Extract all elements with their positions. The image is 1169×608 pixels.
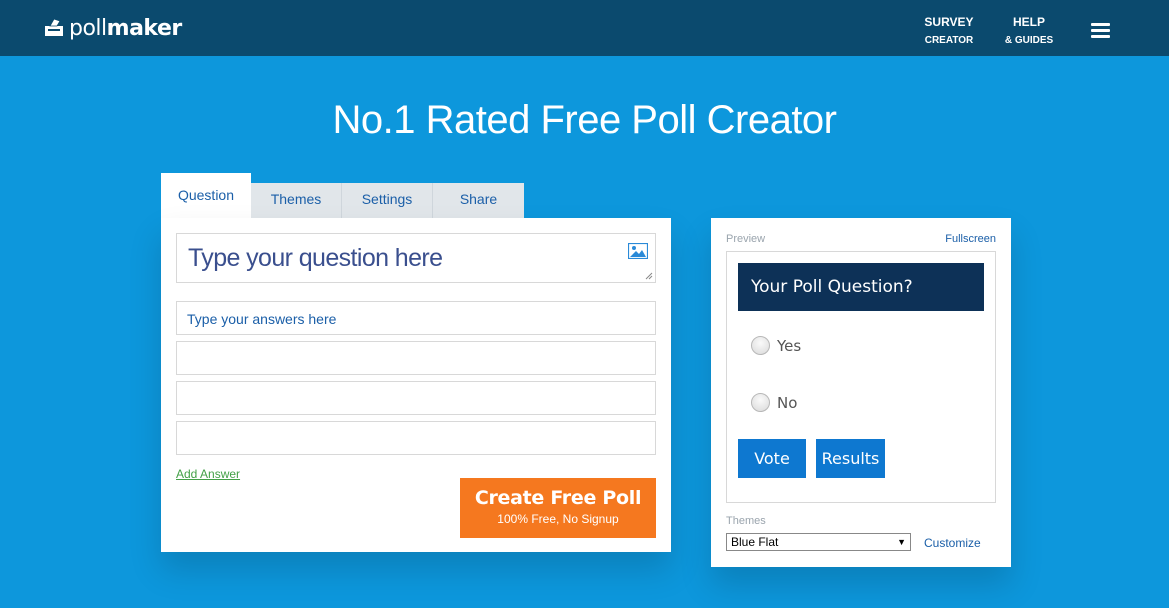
poll-editor-panel: Type your question here Type your answer… (161, 218, 671, 552)
tab-settings[interactable]: Settings (342, 183, 433, 218)
resize-grip-icon[interactable] (645, 272, 653, 280)
answer-input-3[interactable] (176, 381, 656, 415)
question-input[interactable]: Type your question here (176, 233, 656, 283)
theme-selected-value: Blue Flat (731, 535, 779, 549)
poll-option-yes[interactable]: Yes (751, 336, 801, 355)
nav-help-line1: HELP (1012, 15, 1045, 29)
radio-button[interactable] (751, 336, 770, 355)
page-title: No.1 Rated Free Poll Creator (332, 98, 837, 142)
create-button-sublabel: 100% Free, No Signup (497, 512, 619, 526)
poll-option-no[interactable]: No (751, 393, 797, 412)
nav-survey-creator[interactable]: SURVEY CREATOR (922, 14, 976, 48)
hamburger-menu-icon[interactable] (1091, 23, 1110, 39)
poll-question-title: Your Poll Question? (738, 263, 984, 311)
results-button[interactable]: Results (816, 439, 885, 478)
poll-preview-panel: Preview Fullscreen Your Poll Question? Y… (711, 218, 1011, 567)
radio-button[interactable] (751, 393, 770, 412)
dropdown-arrow-icon: ▼ (897, 537, 906, 547)
theme-select[interactable]: Blue Flat ▼ (726, 533, 911, 551)
image-upload-icon[interactable] (628, 243, 648, 259)
pollmaker-logo[interactable]: poll maker (43, 14, 182, 42)
poll-preview: Your Poll Question? Yes No Vote Results (726, 251, 996, 503)
logo-text-maker: maker (106, 15, 183, 41)
option-label: No (777, 393, 798, 412)
nav-help-line2: & GUIDES (1004, 35, 1054, 46)
question-placeholder: Type your question here (188, 244, 443, 272)
nav-survey-line1: SURVEY (924, 15, 974, 29)
answer-input-2[interactable] (176, 341, 656, 375)
option-label: Yes (777, 336, 802, 355)
create-button-label: Create Free Poll (474, 487, 642, 509)
tab-share[interactable]: Share (433, 183, 524, 218)
ballot-box-icon (45, 18, 63, 36)
answer-placeholder: Type your answers here (187, 311, 337, 327)
customize-link[interactable]: Customize (924, 536, 981, 550)
tab-question[interactable]: Question (161, 173, 251, 218)
nav-help-guides[interactable]: HELP & GUIDES (1002, 14, 1056, 48)
answer-input-4[interactable] (176, 421, 656, 455)
tab-themes[interactable]: Themes (251, 183, 342, 218)
add-answer-link[interactable]: Add Answer (176, 467, 240, 481)
themes-label: Themes (726, 515, 766, 527)
logo-text-poll: poll (69, 15, 107, 41)
create-free-poll-button[interactable]: Create Free Poll 100% Free, No Signup (460, 478, 656, 538)
answer-input-1[interactable]: Type your answers here (176, 301, 656, 335)
vote-button[interactable]: Vote (738, 439, 806, 478)
nav-survey-line2: CREATOR (924, 35, 974, 46)
preview-label: Preview (726, 233, 766, 245)
fullscreen-link[interactable]: Fullscreen (945, 233, 996, 245)
top-navbar: poll maker SURVEY CREATOR HELP & GUIDES (0, 0, 1169, 56)
